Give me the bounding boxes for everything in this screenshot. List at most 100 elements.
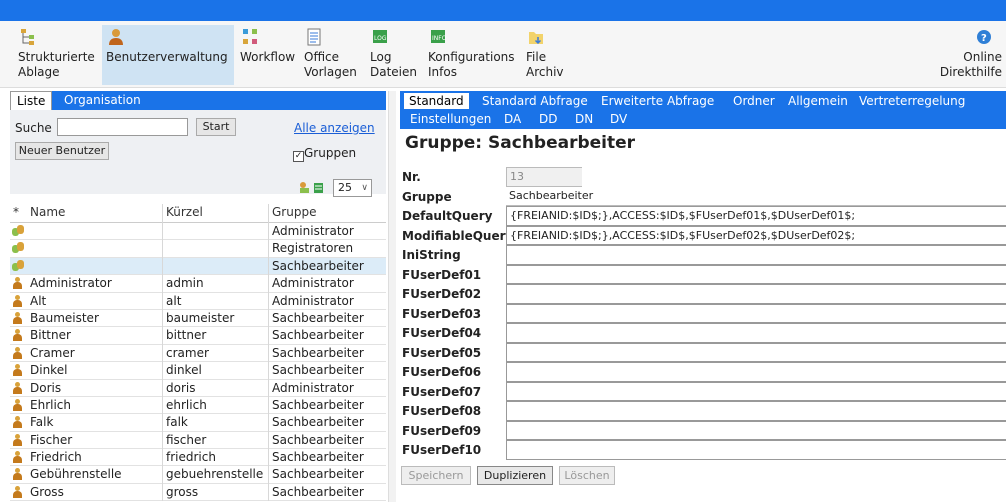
tool-label: Strukturierte Ablage: [18, 50, 95, 79]
group-detail-panel: Standard Standard Abfrage Erweiterte Abf…: [400, 91, 1006, 502]
tool-log-dateien[interactable]: LOG Log Dateien: [366, 25, 422, 85]
panel-splitter[interactable]: [388, 91, 396, 502]
field-inistring-input[interactable]: [506, 245, 1006, 265]
duplicate-button[interactable]: Duplizieren: [477, 466, 553, 485]
field-fuserdef02-input[interactable]: [506, 284, 1006, 304]
table-row[interactable]: Cramer cramer Sachbearbeiter: [10, 345, 386, 363]
tool-file-archiv[interactable]: File Archiv: [522, 25, 576, 85]
tool-label: Log Dateien: [370, 50, 418, 79]
tool-online-direkthilfe[interactable]: ? Online Direkthilfe: [920, 25, 1006, 85]
tab-erweiterte-abfrage[interactable]: Erweiterte Abfrage: [601, 93, 714, 109]
tool-benutzerverwaltung[interactable]: Benutzerverwaltung: [102, 25, 234, 85]
field-fuserdef06-input[interactable]: [506, 362, 1006, 382]
table-row[interactable]: Falk falk Sachbearbeiter: [10, 414, 386, 432]
tool-office-vorlagen[interactable]: Office Vorlagen: [300, 25, 362, 85]
export-icons[interactable]: [299, 181, 327, 194]
table-row[interactable]: Gebührenstelle gebuehrenstelle Sachbearbei…: [10, 466, 386, 484]
table-row[interactable]: Doris doris Administrator: [10, 380, 386, 397]
svg-text:?: ?: [981, 33, 987, 44]
table-row[interactable]: Ehrlich ehrlich Sachbearbeiter: [10, 397, 386, 415]
field-label: FUserDef01: [402, 267, 482, 282]
tab-dd[interactable]: DD: [539, 111, 557, 127]
table-row[interactable]: Registratoren: [10, 240, 386, 258]
field-gruppe-input[interactable]: Sachbearbeiter: [506, 186, 1006, 206]
table-row[interactable]: Baumeister baumeister Sachbearbeiter: [10, 310, 386, 328]
tab-dv[interactable]: DV: [610, 111, 627, 127]
tool-workflow[interactable]: Workflow: [236, 25, 296, 85]
tab-vertreterregelung[interactable]: Vertreterregelung: [859, 93, 965, 109]
table-row[interactable]: Alt alt Administrator: [10, 293, 386, 310]
new-user-button[interactable]: Neuer Benutzer: [15, 142, 109, 160]
form-row: FUserDef08: [400, 401, 1006, 421]
start-button[interactable]: Start: [196, 118, 236, 136]
cell-name: Bittner: [30, 328, 71, 343]
cell-kuerzel: admin: [166, 276, 204, 291]
tab-ordner[interactable]: Ordner: [733, 93, 775, 109]
tab-einstellungen[interactable]: Einstellungen: [410, 111, 491, 127]
cell-gruppe: Sachbearbeiter: [272, 397, 364, 412]
tab-standard-abfrage[interactable]: Standard Abfrage: [482, 93, 588, 109]
col-name[interactable]: Name: [30, 205, 164, 219]
tab-da[interactable]: DA: [504, 111, 521, 127]
page-title: Gruppe: Sachbearbeiter: [405, 133, 636, 153]
cell-kuerzel: ehrlich: [166, 397, 207, 412]
field-fuserdef01-input[interactable]: [506, 264, 1006, 284]
col-star[interactable]: *: [13, 205, 19, 219]
table-row[interactable]: Gross gross Sachbearbeiter: [10, 484, 386, 502]
delete-button[interactable]: Löschen: [559, 466, 615, 485]
field-label: FUserDef04: [402, 326, 482, 340]
search-input[interactable]: [57, 118, 188, 136]
field-label: FUserDef06: [402, 365, 482, 379]
tab-allgemein[interactable]: Allgemein: [788, 93, 848, 109]
user-icon: [12, 433, 24, 447]
tool-strukturierte-ablage[interactable]: Strukturierte Ablage: [14, 25, 95, 85]
tab-dn[interactable]: DN: [575, 111, 593, 127]
table-row[interactable]: Administrator: [10, 223, 386, 241]
col-gruppe[interactable]: Gruppe: [272, 205, 384, 219]
cell-name: Cramer: [30, 345, 75, 360]
cell-gruppe: Administrator: [272, 276, 354, 291]
field-modifiablequery-input[interactable]: {FREIANID:$ID$;},ACCESS:$ID$,$FUserDef02…: [506, 225, 1006, 245]
info-icon: INFO: [431, 30, 446, 43]
field-label: FUserDef07: [402, 384, 482, 399]
table-row[interactable]: Fischer fischer Sachbearbeiter: [10, 432, 386, 450]
field-label: IniString: [402, 248, 461, 262]
tool-label: Benutzerverwaltung: [106, 50, 228, 64]
tab-liste[interactable]: Liste: [10, 91, 53, 110]
tool-konfigurations-infos[interactable]: INFO Konfigurations Infos: [424, 25, 515, 85]
col-kuerzel[interactable]: Kürzel: [166, 205, 270, 219]
user-icon: [12, 416, 24, 429]
search-label: Suche: [15, 121, 52, 135]
user-icon: [12, 398, 24, 412]
form-row: FUserDef05: [400, 342, 1006, 362]
field-fuserdef08-input[interactable]: [506, 401, 1006, 421]
cell-name: Gebührenstelle: [30, 467, 122, 482]
show-all-link[interactable]: Alle anzeigen: [294, 121, 375, 135]
tree-icon: [21, 29, 34, 45]
cell-kuerzel: dinkel: [166, 363, 202, 378]
form-row: FUserDef03: [400, 303, 1006, 323]
table-row[interactable]: Dinkel dinkel Sachbearbeiter: [10, 362, 386, 380]
cell-gruppe: Sachbearbeiter: [272, 258, 364, 273]
tool-label: Workflow: [240, 50, 296, 64]
user-icon: [12, 485, 24, 499]
tab-standard[interactable]: Standard: [404, 93, 469, 109]
table-row[interactable]: Administrator admin Administrator: [10, 275, 386, 293]
page-size-select[interactable]: 25 ∨: [333, 179, 372, 197]
folder-icon: [529, 32, 543, 45]
field-fuserdef04-input[interactable]: [506, 323, 1006, 343]
field-fuserdef10-input[interactable]: [506, 440, 1006, 460]
table-row[interactable]: Friedrich friedrich Sachbearbeiter: [10, 449, 386, 467]
field-fuserdef03-input[interactable]: [506, 303, 1006, 323]
field-fuserdef05-input[interactable]: [506, 342, 1006, 362]
cell-gruppe: Sachbearbeiter: [272, 450, 364, 465]
save-button[interactable]: Speichern: [401, 466, 471, 485]
table-row[interactable]: Bittner bittner Sachbearbeiter: [10, 327, 386, 345]
field-fuserdef09-input[interactable]: [506, 420, 1006, 440]
field-fuserdef07-input[interactable]: [506, 381, 1006, 401]
cell-kuerzel: doris: [166, 380, 196, 395]
table-row[interactable]: Sachbearbeiter: [10, 257, 386, 276]
tab-organisation[interactable]: Organisation: [58, 91, 147, 110]
groups-checkbox[interactable]: ✓ Gruppen: [293, 146, 356, 162]
field-defaultquery-input[interactable]: {FREIANID:$ID$;},ACCESS:$ID$,$FUserDef01…: [506, 206, 1006, 226]
